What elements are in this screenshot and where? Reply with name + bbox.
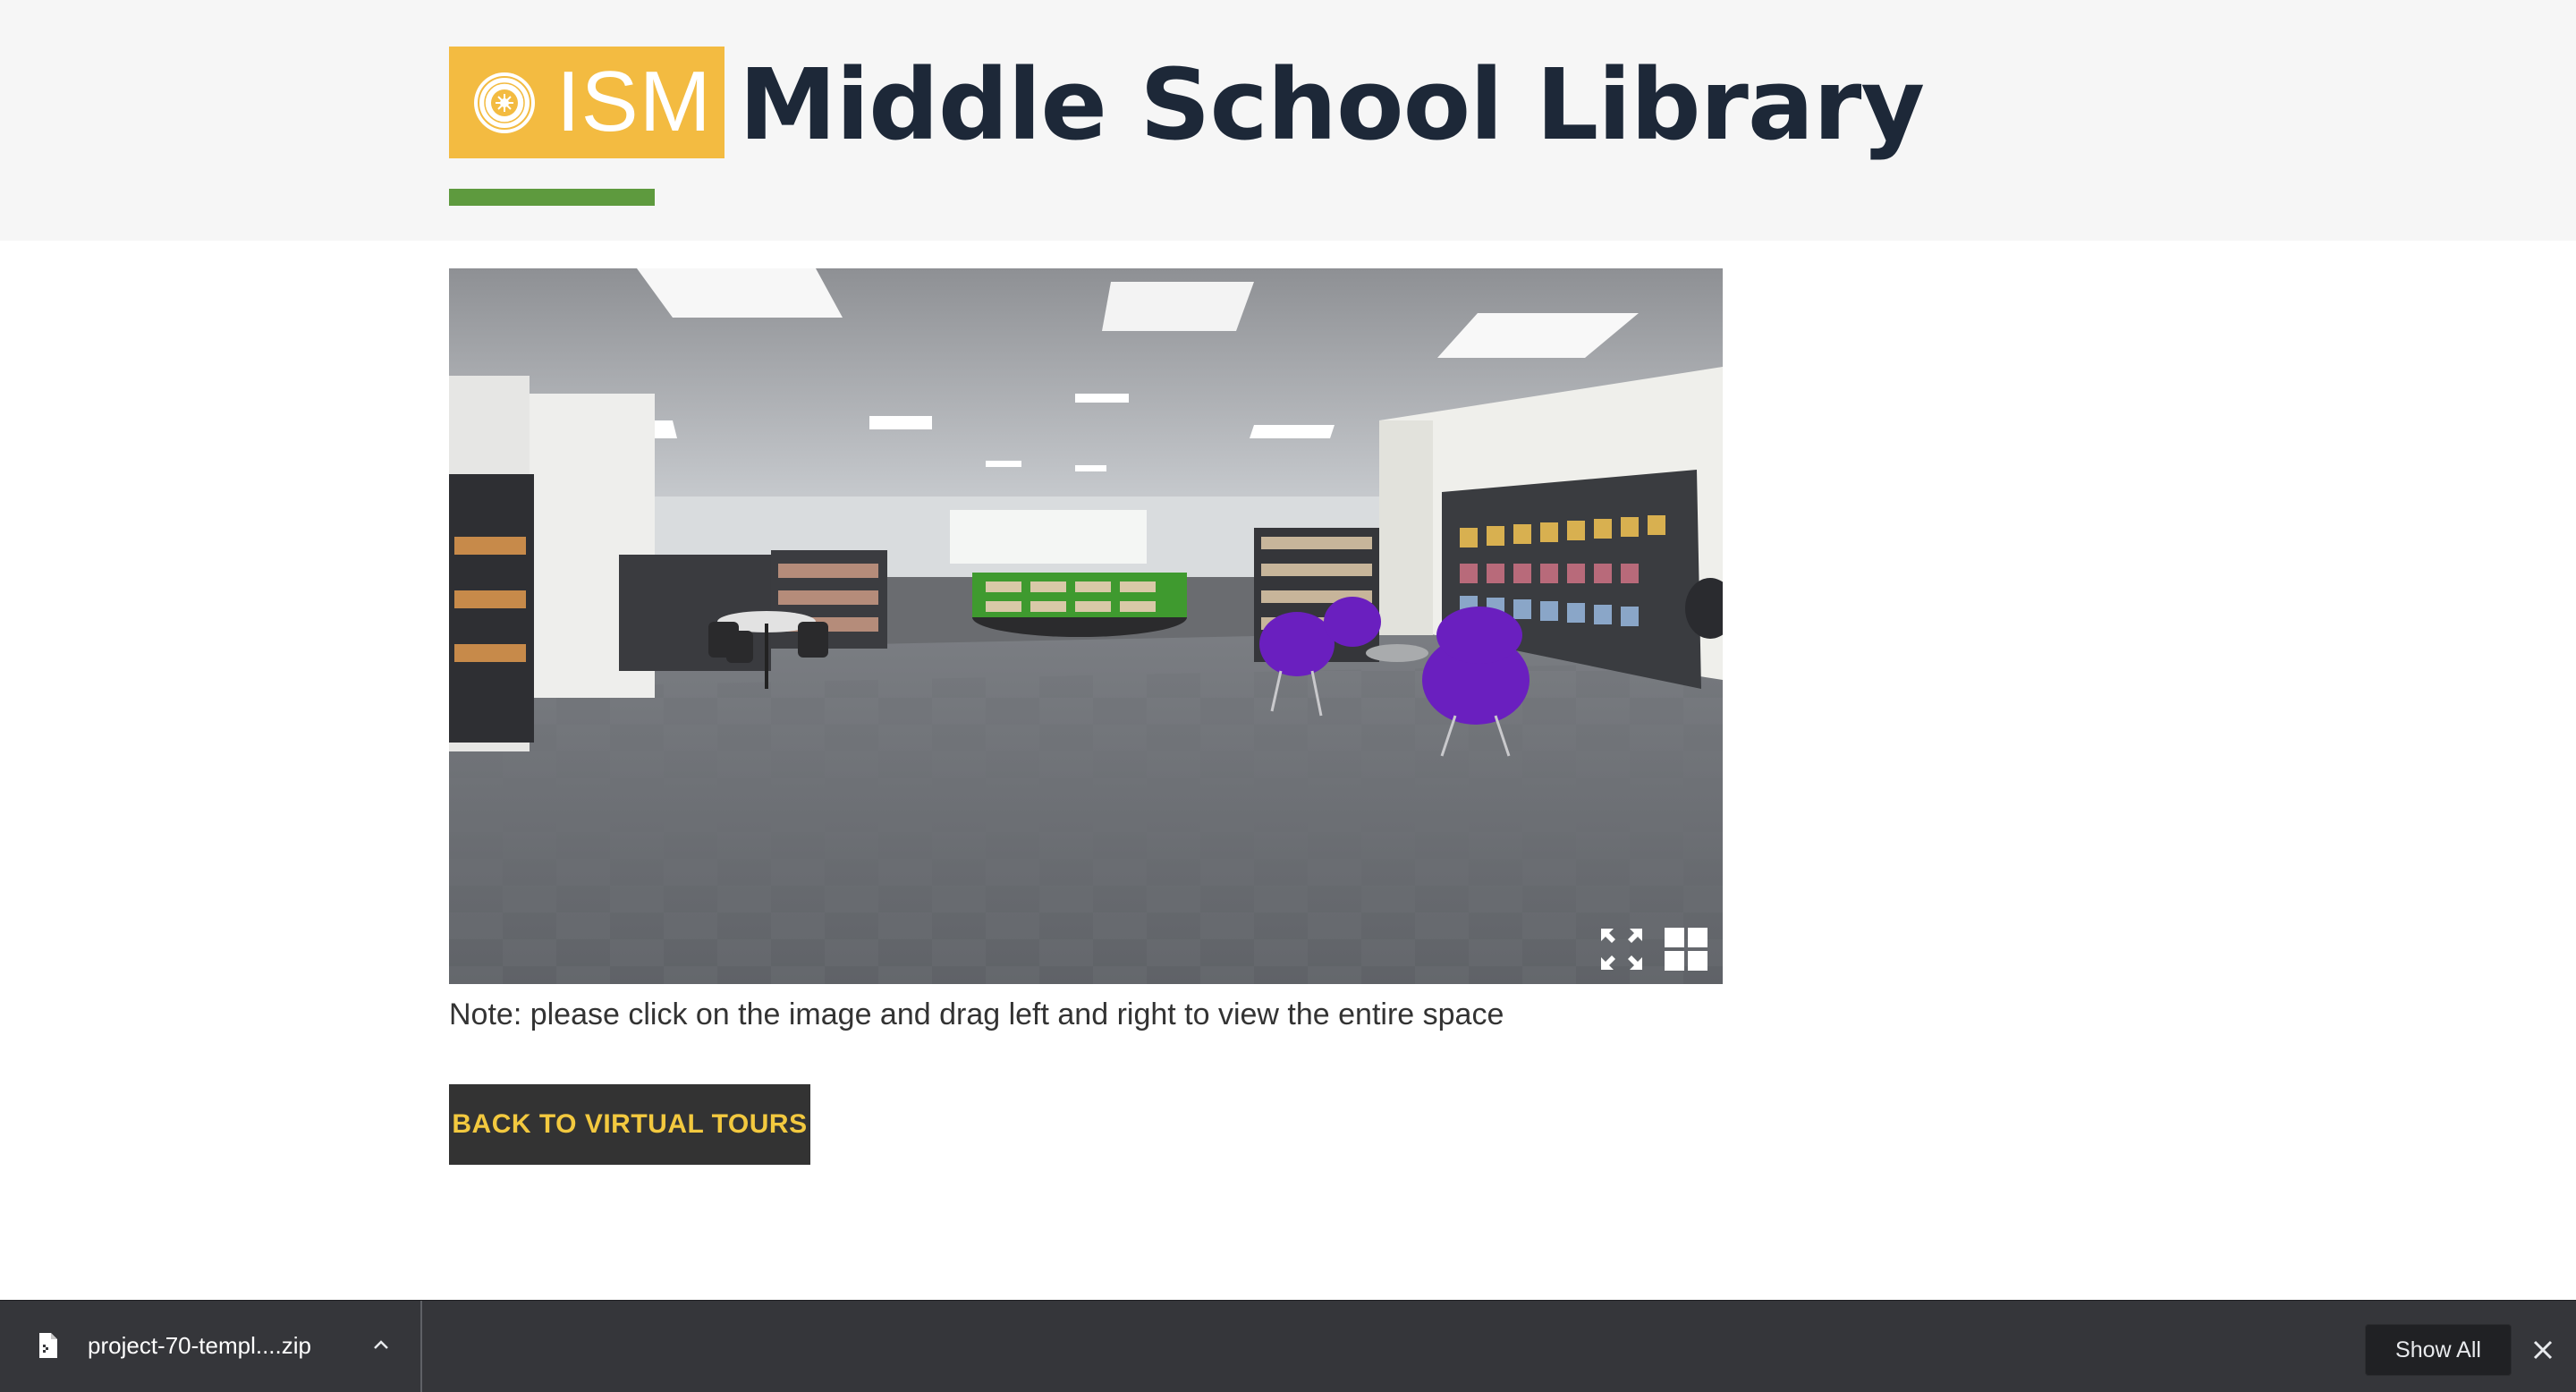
ism-logo[interactable]: ISM bbox=[449, 47, 724, 158]
file-icon bbox=[39, 1333, 57, 1358]
library-panorama-image[interactable] bbox=[449, 268, 1723, 984]
download-item[interactable]: project-70-templ....zip bbox=[0, 1301, 422, 1392]
chevron-up-icon[interactable] bbox=[370, 1335, 392, 1356]
grid-thumbnails-icon[interactable] bbox=[1664, 927, 1708, 972]
header: ISM Middle School Library bbox=[0, 0, 2576, 241]
panorama-viewer[interactable] bbox=[449, 268, 1723, 984]
show-all-downloads-button[interactable]: Show All bbox=[2365, 1324, 2512, 1376]
fullscreen-expand-icon[interactable] bbox=[1599, 927, 1644, 972]
close-icon[interactable] bbox=[2531, 1338, 2555, 1362]
school-seal-icon bbox=[474, 72, 535, 133]
logo-text: ISM bbox=[556, 54, 712, 149]
page-title: Middle School Library bbox=[739, 47, 1925, 162]
download-shelf: project-70-templ....zip Show All bbox=[0, 1300, 2576, 1392]
back-to-virtual-tours-button[interactable]: BACK TO VIRTUAL TOURS bbox=[449, 1084, 810, 1165]
title-underline bbox=[449, 189, 655, 206]
download-file-name: project-70-templ....zip bbox=[88, 1332, 311, 1359]
page: ISM Middle School Library Note: please c… bbox=[0, 0, 2576, 1392]
drag-instruction-note: Note: please click on the image and drag… bbox=[449, 997, 1504, 1031]
viewer-controls bbox=[1599, 927, 1708, 972]
